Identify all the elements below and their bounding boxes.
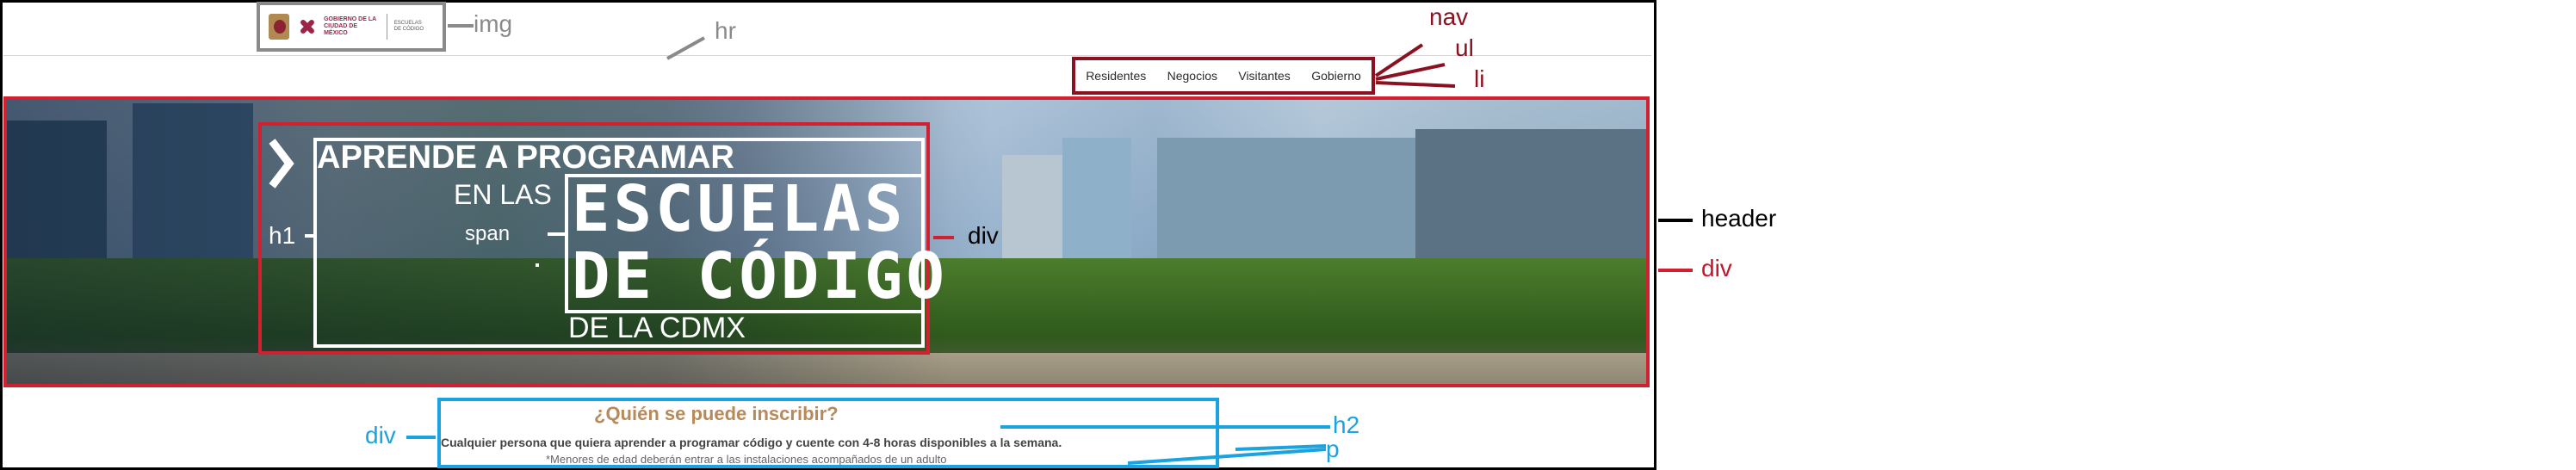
outer-div-connector xyxy=(1658,269,1693,272)
cdmx-logo-icon xyxy=(296,15,317,39)
signup-heading: ¿Quién se puede inscribir? xyxy=(594,403,839,424)
bottom-div-annotation: div xyxy=(365,422,396,448)
logo-subtitle: ESCUELAS DE CÓDIGO xyxy=(394,21,434,33)
hero-title-big1: ESCUELAS xyxy=(572,172,907,246)
span-annotation: span xyxy=(465,222,511,245)
hr-connector xyxy=(666,36,705,60)
bottom-div-connector xyxy=(406,436,436,439)
bottom-connectors xyxy=(1000,425,1330,465)
logo-title-line1: GOBIERNO DE LA xyxy=(324,16,377,22)
hero-dot xyxy=(536,263,539,267)
hero-title-line1: APRENDE A PROGRAMAR xyxy=(317,139,734,176)
hero-title-big2: DE CÓDIGO xyxy=(572,239,948,313)
h1-connector xyxy=(305,234,315,238)
logo-subtitle-line1: ESCUELAS xyxy=(393,21,422,26)
nav-item-gobierno[interactable]: Gobierno xyxy=(1311,69,1361,83)
hero-title-line2: EN LAS xyxy=(454,179,552,210)
logo[interactable]: GOBIERNO DE LA CIUDAD DE MÉXICO ESCUELAS… xyxy=(257,2,446,52)
chevron-right-icon xyxy=(269,139,294,189)
nav-item-residentes[interactable]: Residentes xyxy=(1086,69,1146,83)
hero-title-line3: DE LA CDMX xyxy=(568,312,746,344)
outer-div-annotation: div xyxy=(1701,255,1732,281)
inner-div-annotation: div xyxy=(968,222,999,249)
nav-item-visitantes[interactable]: Visitantes xyxy=(1238,69,1290,83)
header-connector xyxy=(1658,219,1693,222)
logo-subtitle-line2: DE CÓDIGO xyxy=(393,27,424,32)
signup-paragraph: Cualquier persona que quiera aprender a … xyxy=(441,436,1062,449)
img-annotation: img xyxy=(474,10,513,37)
nav-annotation: nav xyxy=(1429,3,1469,30)
header-annotation: header xyxy=(1701,205,1777,232)
h1-annotation: h1 xyxy=(269,222,296,249)
p-annotation: p xyxy=(1326,436,1340,462)
li-annotation: li xyxy=(1474,65,1485,92)
coat-of-arms-icon xyxy=(269,14,290,40)
signup-note: *Menores de edad deberán entrar a las in… xyxy=(546,453,947,466)
span-connector xyxy=(548,232,565,236)
logo-title: GOBIERNO DE LA CIUDAD DE MÉXICO xyxy=(324,16,380,37)
main-nav: Residentes Negocios Visitantes Gobierno xyxy=(1072,57,1375,95)
logo-title-line2: CIUDAD DE MÉXICO xyxy=(324,23,357,36)
nav-item-negocios[interactable]: Negocios xyxy=(1167,69,1217,83)
inner-div-connector xyxy=(933,236,954,239)
hr-annotation: hr xyxy=(715,17,736,44)
ul-annotation: ul xyxy=(1455,34,1474,61)
img-connector xyxy=(448,24,474,28)
